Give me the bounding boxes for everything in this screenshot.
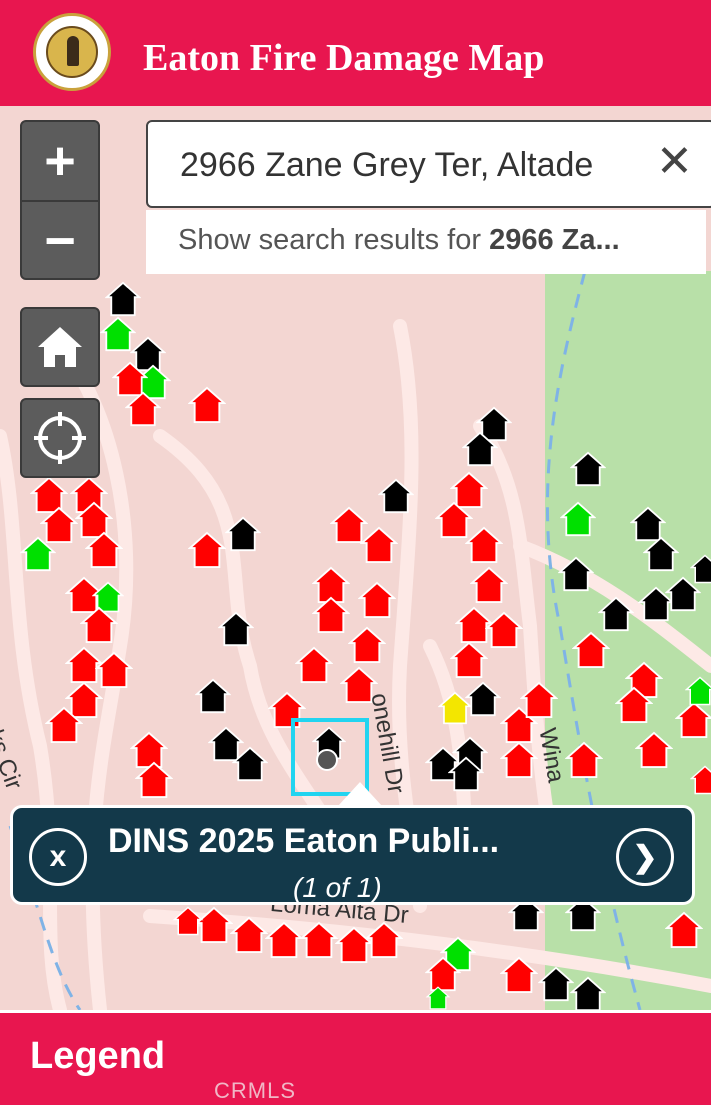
home-button[interactable] [20, 307, 100, 387]
zoom-in-button[interactable]: + [22, 122, 98, 202]
watermark: CRMLS [214, 1078, 297, 1103]
legend-bar[interactable]: Legend [0, 1010, 711, 1105]
zoom-out-button[interactable]: − [22, 202, 98, 280]
search-suggestion[interactable]: Show search results for 2966 Za... [146, 210, 706, 274]
popup-title: DINS 2025 Eaton Publi... [108, 822, 500, 860]
search-suggestion-text: Show search results for 2966 Za... [178, 224, 620, 257]
home-icon [38, 327, 82, 367]
county-seal-logo [33, 13, 111, 91]
search-box[interactable]: 2966 Zane Grey Ter, Altade ✕ [146, 120, 711, 208]
popup-pointer [338, 782, 382, 806]
locate-button[interactable] [20, 398, 100, 478]
app-header: Eaton Fire Damage Map [0, 0, 711, 106]
popup-close-button[interactable]: x [29, 828, 87, 886]
suggestion-prefix: Show search results for [178, 224, 490, 256]
search-input[interactable]: 2966 Zane Grey Ter, Altade [180, 146, 648, 185]
page-title: Eaton Fire Damage Map [143, 37, 545, 79]
chevron-right-icon: ❯ [632, 840, 658, 874]
crosshair-icon [34, 412, 86, 464]
legend-label: Legend [30, 1035, 166, 1077]
popup-count: (1 of 1) [293, 872, 382, 903]
clear-search-icon[interactable]: ✕ [656, 140, 693, 184]
suggestion-query: 2966 Za... [489, 224, 620, 256]
popup-next-button[interactable]: ❯ [616, 828, 674, 886]
feature-popup: x DINS 2025 Eaton Publi... (1 of 1) ❯ [10, 805, 695, 905]
zoom-control: + − [20, 120, 100, 280]
